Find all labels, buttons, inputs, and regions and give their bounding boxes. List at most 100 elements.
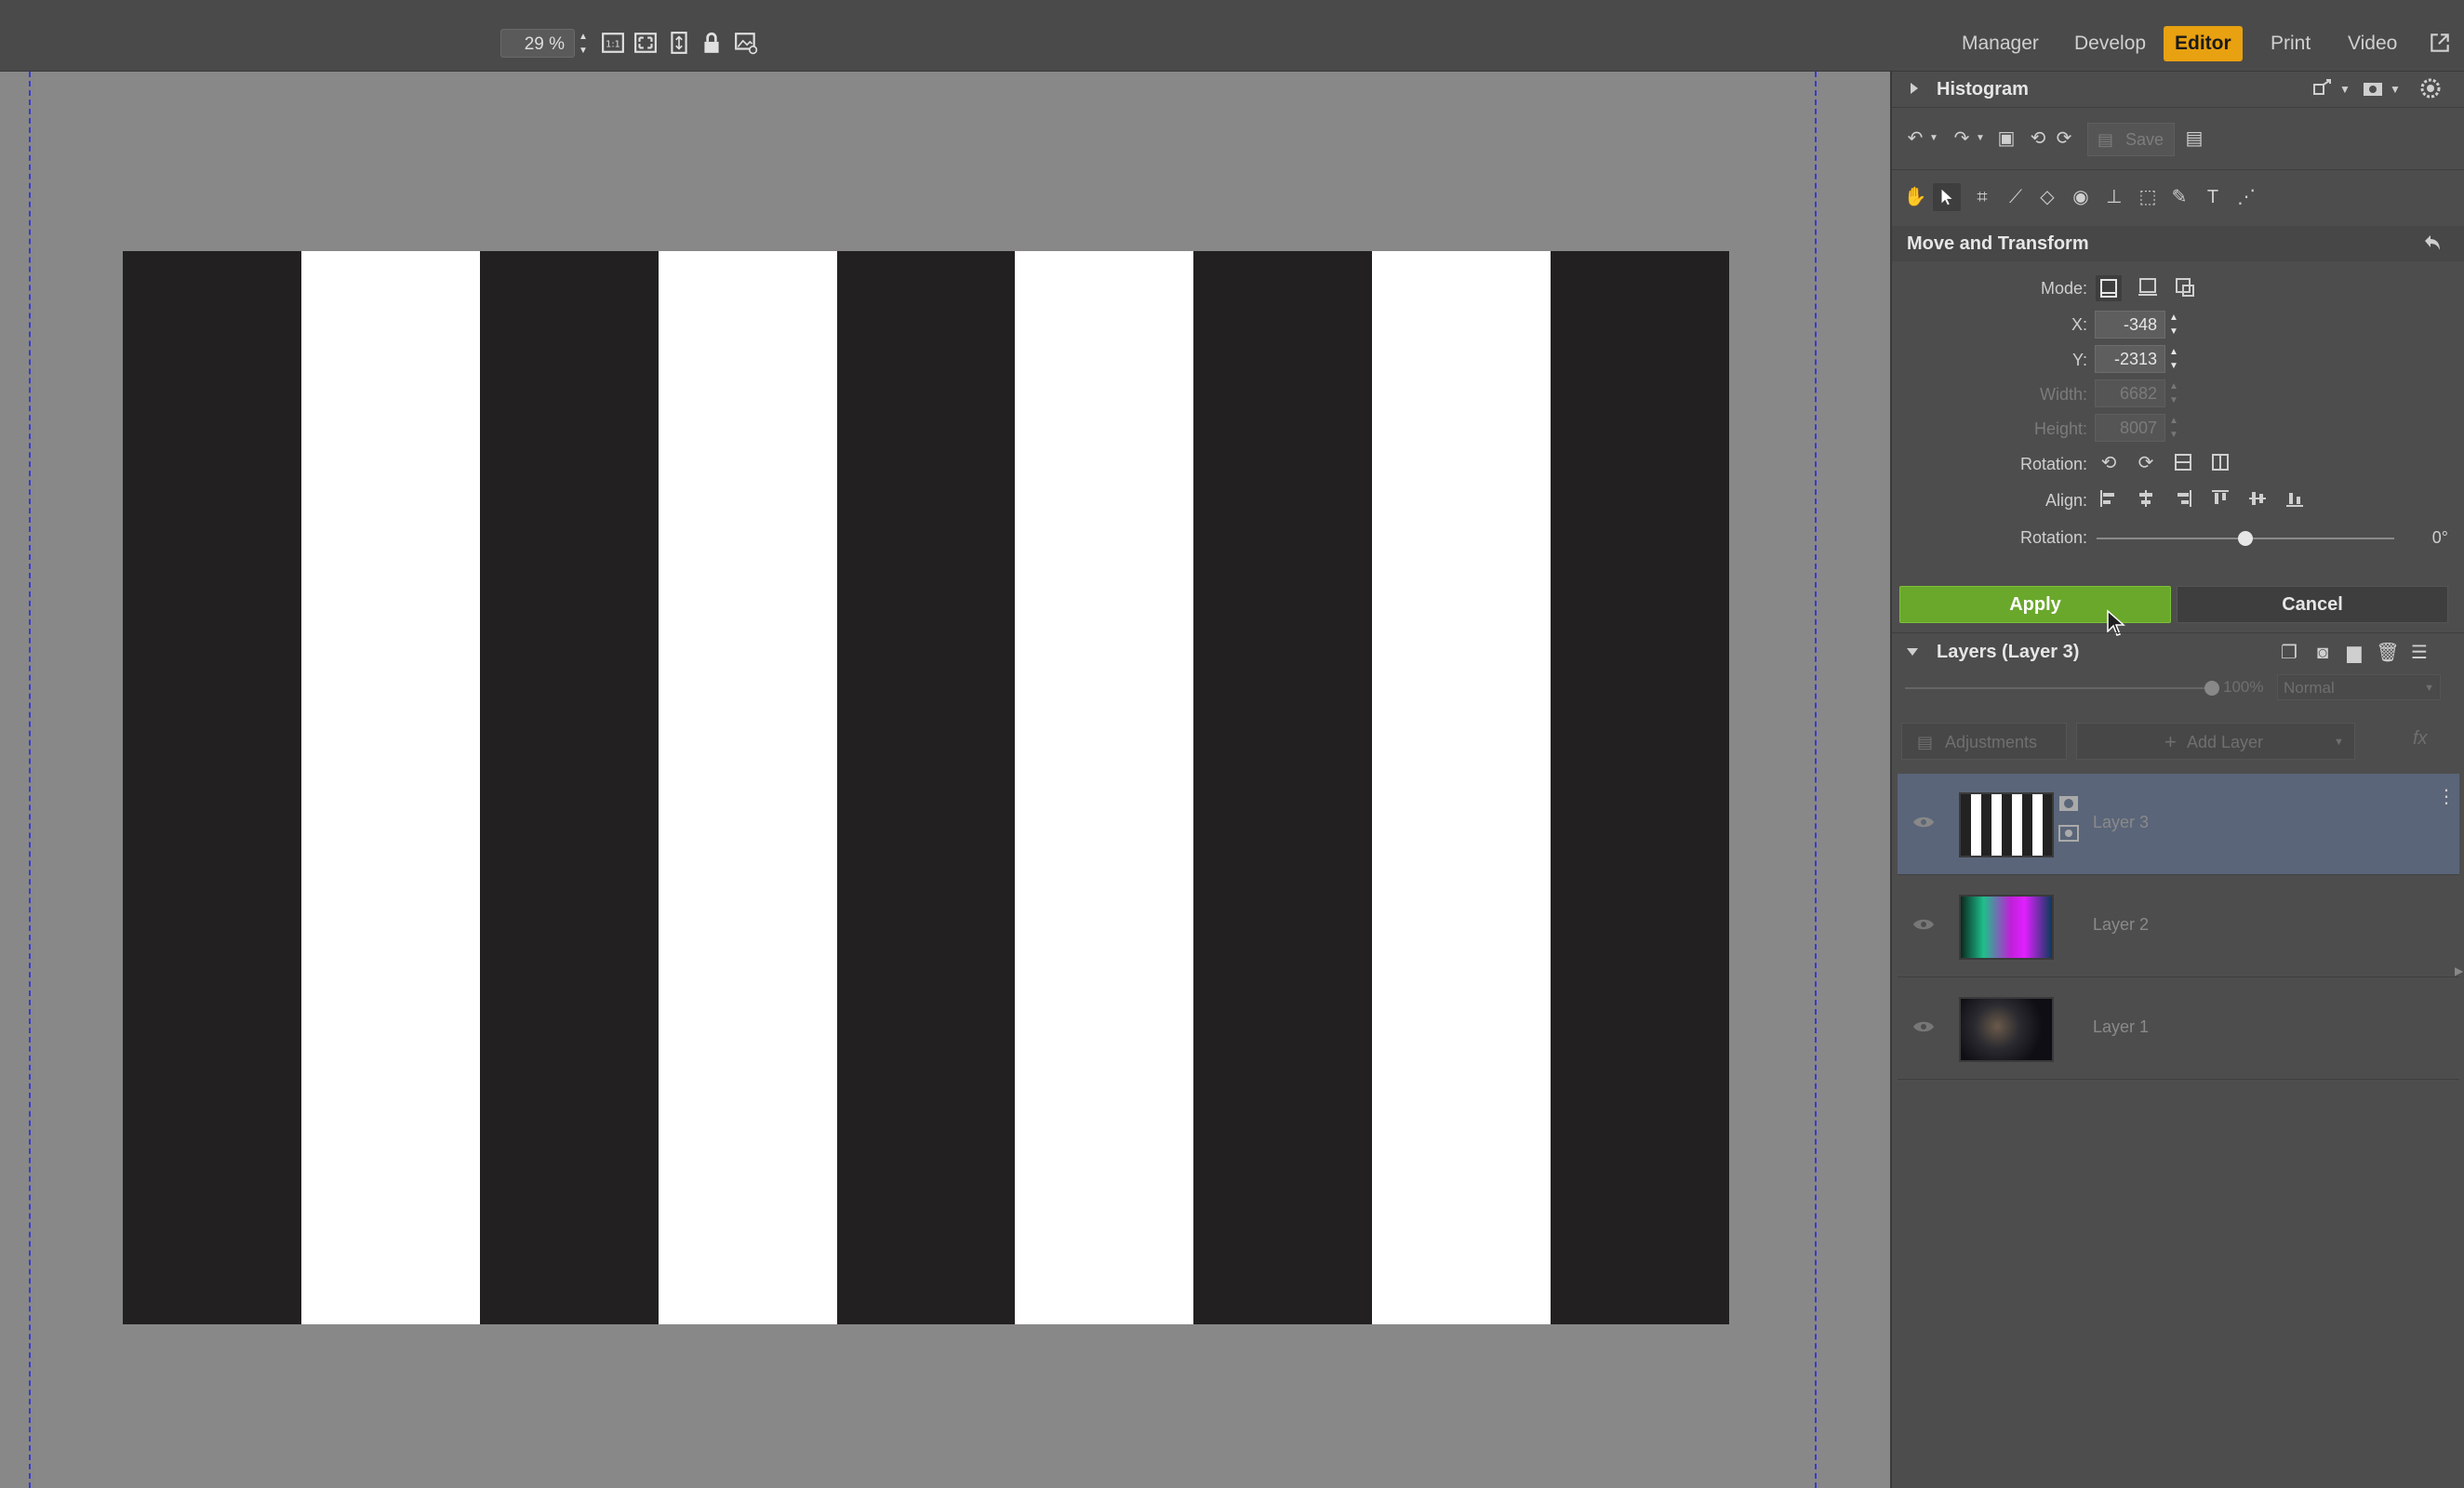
- align-left-icon[interactable]: [2097, 487, 2121, 512]
- flip-vertical-icon[interactable]: [2171, 451, 2195, 475]
- plus-icon: +: [2164, 730, 2177, 753]
- chevron-down-icon[interactable]: ▼: [1968, 126, 1992, 151]
- y-stepper[interactable]: ▲ ▼: [2167, 345, 2180, 373]
- width-input[interactable]: 6682: [2095, 379, 2165, 407]
- flip-horizontal-icon[interactable]: [2208, 451, 2232, 475]
- add-layer-button[interactable]: + Add Layer ▼: [2076, 723, 2355, 760]
- brush-icon[interactable]: ✎: [2167, 185, 2191, 209]
- save-label: Save: [2125, 130, 2164, 149]
- layers-title: Layers (Layer 3): [1937, 642, 2080, 662]
- stripe-black: [836, 251, 1016, 1324]
- blend-mode-select[interactable]: Normal ▼: [2277, 674, 2441, 700]
- apply-button[interactable]: Apply: [1899, 586, 2171, 623]
- chevron-down-icon[interactable]: ▼: [1922, 126, 1946, 151]
- rotate-right-icon[interactable]: ⟳: [2134, 451, 2158, 475]
- trash-icon[interactable]: 🗑: [2376, 641, 2400, 665]
- image-settings-icon[interactable]: [734, 31, 758, 55]
- save-as-icon[interactable]: ▤: [2182, 126, 2206, 151]
- crop-icon[interactable]: ⌗: [1970, 185, 1994, 209]
- perspective-icon[interactable]: ◇: [2035, 185, 2059, 209]
- zoom-stepper[interactable]: ▲ ▼: [577, 30, 590, 58]
- align-center-v-icon[interactable]: [2245, 487, 2270, 512]
- height-input[interactable]: 8007: [2095, 414, 2165, 442]
- layer-row-1[interactable]: Layer 1: [1898, 978, 2459, 1080]
- align-bottom-icon[interactable]: [2283, 487, 2307, 512]
- collapse-triangle-icon[interactable]: [1907, 648, 1918, 656]
- rotation-slider-track[interactable]: [2097, 531, 2394, 546]
- mask-thumb-icon[interactable]: [2058, 794, 2080, 813]
- text-tool-icon[interactable]: T: [2201, 185, 2225, 209]
- rotate-right-icon[interactable]: ⟳: [2052, 126, 2076, 151]
- layer-row-2[interactable]: Layer 2: [1898, 876, 2459, 977]
- opacity-slider-track[interactable]: [1905, 681, 2219, 696]
- fit-1to1-icon[interactable]: 1:1: [601, 31, 625, 55]
- align-center-h-icon[interactable]: [2134, 487, 2158, 512]
- eye-icon[interactable]: [1912, 1019, 1935, 1034]
- canvas-image[interactable]: [123, 251, 1730, 1324]
- mode-canvas-icon[interactable]: [2136, 276, 2160, 300]
- lock-icon[interactable]: [699, 31, 724, 55]
- align-top-icon[interactable]: [2208, 487, 2232, 512]
- fit-screen-icon[interactable]: [633, 31, 658, 55]
- eye-icon[interactable]: [1912, 917, 1935, 932]
- width-stepper[interactable]: ▲ ▼: [2167, 379, 2180, 407]
- expand-triangle-icon[interactable]: [1911, 83, 1918, 94]
- selection-icon[interactable]: ⬚: [2136, 185, 2160, 209]
- adjustments-button[interactable]: ▤ Adjustments: [1901, 723, 2067, 760]
- move-transform-header: Move and Transform: [1892, 226, 2464, 261]
- select-tool-button[interactable]: [1933, 183, 1961, 211]
- menu-icon[interactable]: ☰: [2407, 641, 2431, 665]
- layer-row-3[interactable]: Layer 3 ⋮: [1898, 774, 2459, 875]
- more-tools-icon[interactable]: ⋰: [2234, 185, 2258, 209]
- histogram-header[interactable]: Histogram ▼ ▼: [1892, 72, 2464, 108]
- nav-editor[interactable]: Editor: [2164, 26, 2243, 61]
- image-icon[interactable]: ▣: [1994, 126, 2018, 151]
- mask-icon[interactable]: ◙: [2311, 641, 2335, 665]
- height-stepper[interactable]: ▲ ▼: [2167, 414, 2180, 442]
- nav-print[interactable]: Print: [2259, 26, 2322, 61]
- visibility-thumb-icon[interactable]: [2058, 824, 2080, 843]
- nav-develop[interactable]: Develop: [2063, 26, 2157, 61]
- pointer-icon: [1941, 189, 1952, 206]
- hand-tool-icon[interactable]: ✋: [1903, 185, 1927, 209]
- rotate-left-icon[interactable]: ⟲: [2097, 451, 2121, 475]
- cancel-button[interactable]: Cancel: [2177, 586, 2448, 623]
- external-window-icon[interactable]: [2428, 31, 2452, 55]
- fx-button[interactable]: fx: [2413, 728, 2428, 750]
- fit-width-icon[interactable]: [667, 31, 691, 55]
- save-button[interactable]: ▤ Save: [2087, 123, 2175, 156]
- layers-header[interactable]: Layers (Layer 3) ❐ ◙ ▆ 🗑 ☰: [1892, 632, 2464, 669]
- stripe-black: [123, 251, 301, 1324]
- histogram-tool-icon[interactable]: [2311, 77, 2335, 101]
- chevron-down-icon[interactable]: ▼: [2383, 77, 2407, 101]
- collapse-panel-arrow-icon[interactable]: ▶: [2455, 964, 2463, 977]
- canvas-workspace[interactable]: [0, 72, 1890, 1488]
- layer-options-icon[interactable]: ⋮: [2437, 785, 2456, 808]
- tools-row: ✋ ⌗ ⟋ ◇ ◉ ⊥ ⬚ ✎ T ⋰: [1892, 170, 2464, 226]
- gear-icon[interactable]: [2418, 77, 2443, 101]
- eye-icon[interactable]: [1912, 815, 1935, 830]
- mode-layer-icon[interactable]: [2173, 276, 2197, 300]
- rotation-slider-knob[interactable]: [2238, 531, 2253, 546]
- zoom-field[interactable]: 29 %: [500, 29, 575, 58]
- align-right-icon[interactable]: [2171, 487, 2195, 512]
- y-input[interactable]: -2313: [2095, 345, 2165, 373]
- rotate-left-icon[interactable]: ⟲: [2026, 126, 2050, 151]
- opacity-slider-knob[interactable]: [2204, 681, 2219, 696]
- chevron-down-icon[interactable]: ▼: [2333, 77, 2357, 101]
- eye-retouch-icon[interactable]: ◉: [2069, 185, 2093, 209]
- nav-video[interactable]: Video: [2337, 26, 2408, 61]
- mode-button-1[interactable]: [2096, 275, 2122, 301]
- straighten-icon[interactable]: ⟋: [2004, 185, 2028, 209]
- duplicate-layer-icon[interactable]: ❐: [2277, 641, 2301, 665]
- x-stepper[interactable]: ▲ ▼: [2167, 311, 2180, 339]
- camera-icon[interactable]: [2361, 77, 2385, 101]
- stripe-white: [658, 251, 837, 1324]
- width-label: Width:: [2039, 385, 2087, 404]
- opacity-value: 100%: [2223, 678, 2264, 696]
- nav-manager[interactable]: Manager: [1951, 26, 2050, 61]
- reset-arrow-icon[interactable]: [2420, 232, 2444, 256]
- stamp-icon[interactable]: ⊥: [2102, 185, 2126, 209]
- folder-icon[interactable]: ▆: [2342, 641, 2366, 665]
- x-input[interactable]: -348: [2095, 311, 2165, 339]
